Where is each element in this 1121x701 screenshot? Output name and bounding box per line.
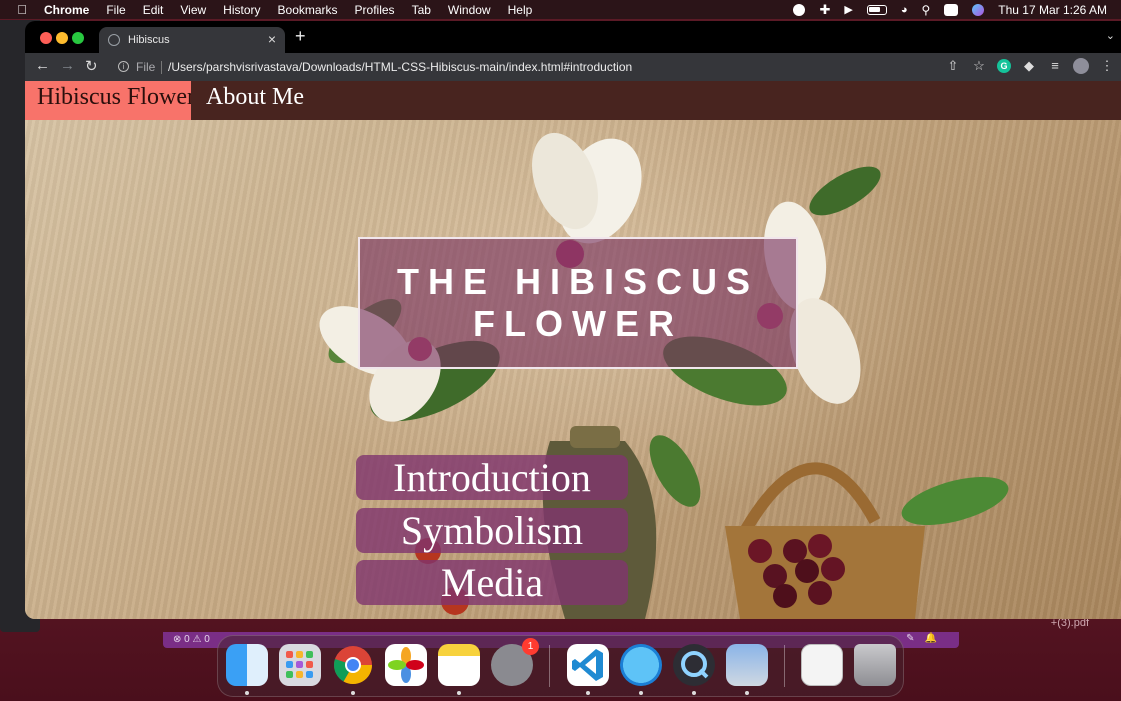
tab-hibiscus[interactable]: Hibiscus × [99, 27, 285, 53]
introduction-button[interactable]: Introduction [356, 455, 628, 500]
trash-icon[interactable] [854, 644, 896, 686]
chrome-icon[interactable] [332, 644, 374, 686]
profile-avatar[interactable] [1073, 58, 1089, 74]
chrome-window: Hibiscus × + ⌄ ← → ↻ i File /Users/parsh… [25, 21, 1121, 619]
new-tab-button[interactable]: + [295, 26, 306, 47]
grammarly-extension-icon[interactable]: G [997, 59, 1011, 73]
hero-title-box: THE HIBISCUS FLOWER [358, 237, 798, 369]
menu-history[interactable]: History [223, 3, 260, 17]
document-icon[interactable] [801, 644, 843, 686]
play-icon[interactable]: ▶ [844, 3, 852, 16]
macos-menu-bar:  Chrome File Edit View History Bookmark… [0, 0, 1121, 19]
notes-icon[interactable] [438, 644, 480, 686]
search-icon[interactable]: ⚲ [921, 3, 930, 17]
vscode-status-icons[interactable]: ✎🔔 [906, 633, 947, 644]
macos-dock: 1 [217, 635, 904, 697]
forward-button[interactable]: → [60, 57, 75, 74]
game-controller-icon[interactable]: ✚ [819, 2, 830, 18]
vscode-icon[interactable] [567, 644, 609, 686]
back-button[interactable]: ← [35, 57, 50, 74]
site-brand[interactable]: Hibiscus Flower [25, 81, 191, 120]
system-preferences-badge: 1 [522, 638, 539, 655]
close-tab-icon[interactable]: × [268, 31, 276, 47]
safari-icon[interactable] [620, 644, 662, 686]
launchpad-icon[interactable] [279, 644, 321, 686]
zoom-window-button[interactable] [72, 32, 84, 44]
menu-bookmarks[interactable]: Bookmarks [278, 3, 338, 17]
menu-clock[interactable]: Thu 17 Mar 1:26 AM [998, 3, 1107, 17]
siri-icon[interactable] [972, 3, 985, 16]
photos-icon[interactable] [385, 644, 427, 686]
site-info-icon[interactable]: i [118, 61, 129, 72]
menu-window[interactable]: Window [448, 3, 491, 17]
site-navbar: Hibiscus Flower About Me [25, 81, 1121, 120]
url-scheme-label[interactable]: File [136, 60, 155, 74]
finder-icon[interactable] [226, 644, 268, 686]
chrome-menu-icon[interactable]: ⋮ [1099, 58, 1115, 74]
nav-about-me[interactable]: About Me [206, 84, 304, 111]
tab-title: Hibiscus [128, 34, 170, 46]
preview-icon[interactable] [726, 644, 768, 686]
browser-toolbar: ← → ↻ i File /Users/parshvisrivastava/Do… [25, 53, 1121, 81]
system-preferences-icon[interactable]: 1 [491, 638, 539, 686]
problems-count[interactable]: ⊗ 0 ⚠ 0 [173, 634, 210, 645]
url-divider [161, 61, 162, 74]
quicktime-icon[interactable] [673, 644, 715, 686]
menu-file[interactable]: File [106, 3, 125, 17]
menu-help[interactable]: Help [508, 3, 533, 17]
globe-icon [108, 34, 120, 46]
battery-icon[interactable] [866, 4, 887, 15]
menu-profiles[interactable]: Profiles [355, 3, 395, 17]
hero-title-line1: THE HIBISCUS [396, 261, 760, 302]
menu-view[interactable]: View [180, 3, 206, 17]
close-window-button[interactable] [40, 32, 52, 44]
screen-record-icon[interactable] [793, 3, 806, 16]
menu-edit[interactable]: Edit [143, 3, 164, 17]
reload-button[interactable]: ↻ [85, 57, 98, 75]
media-button[interactable]: Media [356, 560, 628, 605]
bookmark-star-icon[interactable]: ☆ [971, 58, 987, 74]
symbolism-button[interactable]: Symbolism [356, 508, 628, 553]
wifi-icon[interactable]: ◕ [901, 4, 908, 16]
menu-app-name[interactable]: Chrome [44, 3, 89, 17]
share-icon[interactable]: ⇧ [945, 58, 961, 74]
extensions-puzzle-icon[interactable]: ◆ [1021, 58, 1037, 74]
control-center-icon[interactable] [944, 3, 959, 16]
page-viewport: Hibiscus Flower About Me THE HIBISCUS FL… [25, 81, 1121, 619]
reading-list-icon[interactable]: ≡ [1047, 58, 1063, 74]
minimize-window-button[interactable] [56, 32, 68, 44]
menu-tab[interactable]: Tab [412, 3, 431, 17]
hero-title-line2: FLOWER [473, 303, 683, 344]
tab-search-chevron-icon[interactable]: ⌄ [1106, 29, 1115, 42]
tab-strip: Hibiscus × + ⌄ [25, 21, 1121, 53]
apple-menu-icon[interactable]:  [0, 2, 44, 17]
address-bar[interactable]: /Users/parshvisrivastava/Downloads/HTML-… [168, 60, 632, 74]
